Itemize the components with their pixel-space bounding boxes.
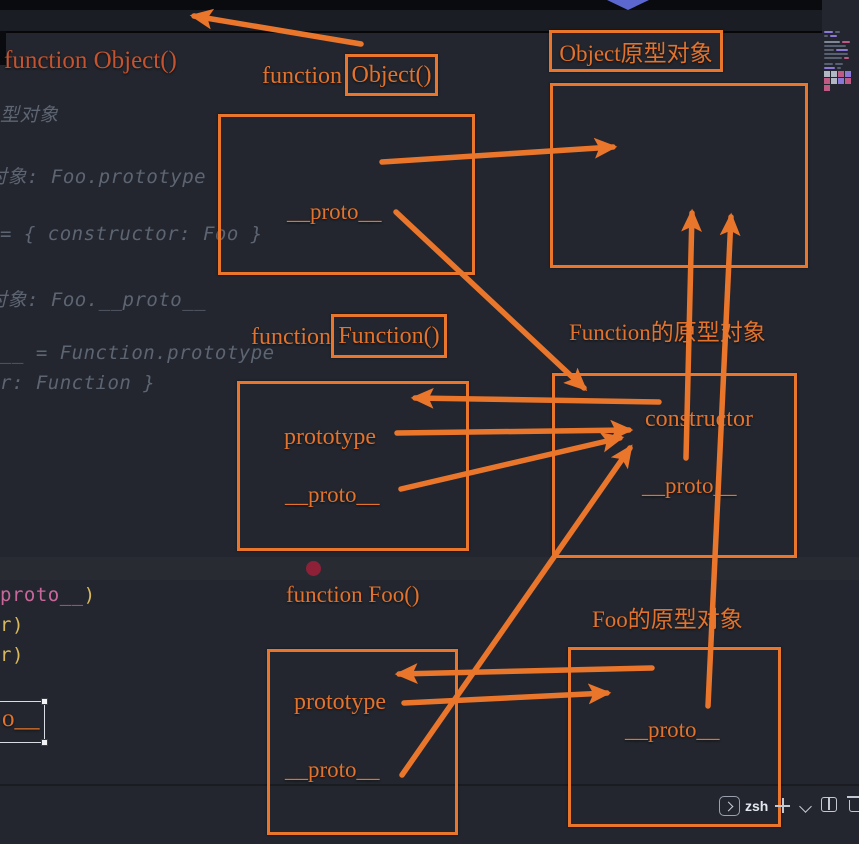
foo-function-proto-field: __proto__ bbox=[285, 757, 380, 783]
selected-annotation-text: o__ bbox=[2, 705, 40, 733]
function-prototype-constructor-field: constructor bbox=[645, 406, 753, 433]
minimap-row bbox=[824, 31, 858, 33]
minimap-code-segment bbox=[842, 41, 850, 43]
minimap-code-segment bbox=[836, 49, 848, 51]
minimap-code-segment bbox=[837, 67, 841, 69]
editor-code-line: r) bbox=[0, 644, 24, 666]
box-function-prototype: constructor __proto__ bbox=[552, 373, 797, 558]
vscode-screen: 型对象对象: Foo.prototype= { constructor: Foo… bbox=[0, 0, 859, 844]
box-foo-function: prototype __proto__ bbox=[267, 649, 458, 835]
minimap-code-segment bbox=[830, 35, 837, 37]
annotation-red-dot bbox=[306, 561, 321, 576]
new-terminal-plus-icon[interactable] bbox=[775, 798, 790, 813]
box-function-function: prototype __proto__ bbox=[237, 381, 469, 551]
minimap-code-segment bbox=[824, 49, 834, 51]
editor-code-line: proto__) bbox=[0, 584, 96, 606]
minimap-block bbox=[824, 71, 830, 77]
selection-handle-bottom-right[interactable] bbox=[41, 739, 48, 746]
kill-terminal-trash-icon[interactable] bbox=[849, 800, 859, 812]
function-prototype-proto-field: __proto__ bbox=[642, 473, 737, 499]
minimap-block bbox=[838, 78, 844, 84]
minimap-row bbox=[824, 57, 858, 59]
code-token: ) bbox=[12, 614, 24, 636]
chevron-right-icon bbox=[724, 801, 734, 811]
function-function-proto-field: __proto__ bbox=[285, 482, 380, 508]
foo-function-prototype-field: prototype bbox=[294, 689, 386, 716]
minimap-code-segment bbox=[824, 31, 833, 33]
minimap-block bbox=[824, 85, 830, 91]
minimap[interactable] bbox=[824, 31, 858, 97]
code-token: r bbox=[0, 644, 12, 666]
minimap-code-segment bbox=[824, 45, 846, 47]
minimap-code-segment bbox=[824, 35, 828, 37]
editor-comment-line: 对象: Foo.prototype bbox=[0, 162, 206, 189]
editor-code-line: r) bbox=[0, 614, 24, 636]
box-object-constructor-label: Object() bbox=[345, 54, 438, 96]
minimap-block bbox=[824, 78, 830, 84]
annotation-selection-box[interactable]: o__ bbox=[0, 701, 45, 743]
minimap-code-segment bbox=[824, 41, 840, 43]
selection-handle-top-right[interactable] bbox=[41, 698, 48, 705]
editor-comment-line: r: Function } bbox=[0, 372, 155, 394]
split-terminal-icon[interactable] bbox=[821, 797, 837, 812]
label-function-function-prefix: function bbox=[251, 324, 331, 351]
minimap-code-segment bbox=[835, 63, 843, 65]
editor-comment-line: 型对象 bbox=[0, 100, 59, 127]
box-object-function: __proto__ bbox=[218, 114, 475, 275]
editor-comment-line: 对象: Foo.__proto__ bbox=[0, 285, 206, 312]
minimap-row bbox=[824, 35, 858, 37]
code-token: r bbox=[0, 614, 12, 636]
minimap-block bbox=[845, 71, 851, 77]
label-function-object-left: function Object() bbox=[4, 47, 177, 75]
minimap-block bbox=[838, 71, 844, 77]
object-function-proto-field: __proto__ bbox=[287, 199, 382, 225]
minimap-row bbox=[824, 63, 858, 65]
minimap-row bbox=[824, 53, 858, 55]
foo-prototype-proto-field: __proto__ bbox=[625, 717, 720, 743]
minimap-code-segment bbox=[824, 53, 848, 55]
terminal-prompt-icon[interactable] bbox=[719, 796, 740, 816]
minimap-code-segment bbox=[824, 63, 833, 65]
label-foo-prototype-title: Foo的原型对象 bbox=[592, 600, 743, 634]
terminal-shell-tab[interactable]: zsh bbox=[745, 798, 768, 814]
minimap-row bbox=[824, 49, 858, 51]
terminal-dropdown-chevron-icon[interactable] bbox=[799, 800, 812, 813]
code-token: ) bbox=[12, 644, 24, 666]
minimap-code-segment bbox=[844, 57, 849, 59]
minimap-row bbox=[824, 67, 858, 69]
minimap-block bbox=[831, 71, 837, 77]
window-top-bar bbox=[0, 0, 822, 10]
code-token: ) bbox=[84, 584, 96, 606]
function-function-prototype-field: prototype bbox=[284, 424, 376, 451]
label-function-object-prefix: function bbox=[262, 63, 342, 90]
minimap-code-segment bbox=[824, 57, 842, 59]
minimap-block bbox=[845, 78, 851, 84]
code-token: proto__ bbox=[0, 584, 84, 606]
editor-comment-line: __ = Function.prototype bbox=[0, 342, 275, 364]
label-function-foo: function Foo() bbox=[286, 582, 420, 608]
box-object-prototype-title: Object原型对象 bbox=[549, 30, 723, 72]
minimap-row bbox=[824, 45, 858, 47]
box-function-constructor-label: Function() bbox=[331, 314, 447, 358]
minimap-code-segment bbox=[835, 31, 840, 33]
minimap-block bbox=[831, 78, 837, 84]
label-function-prototype-title: Function的原型对象 bbox=[569, 313, 766, 347]
box-object-prototype bbox=[550, 83, 808, 268]
current-line-highlight bbox=[0, 557, 859, 580]
minimap-row bbox=[824, 41, 858, 43]
minimap-code-segment bbox=[824, 67, 835, 69]
minimap-block-row bbox=[824, 71, 854, 91]
